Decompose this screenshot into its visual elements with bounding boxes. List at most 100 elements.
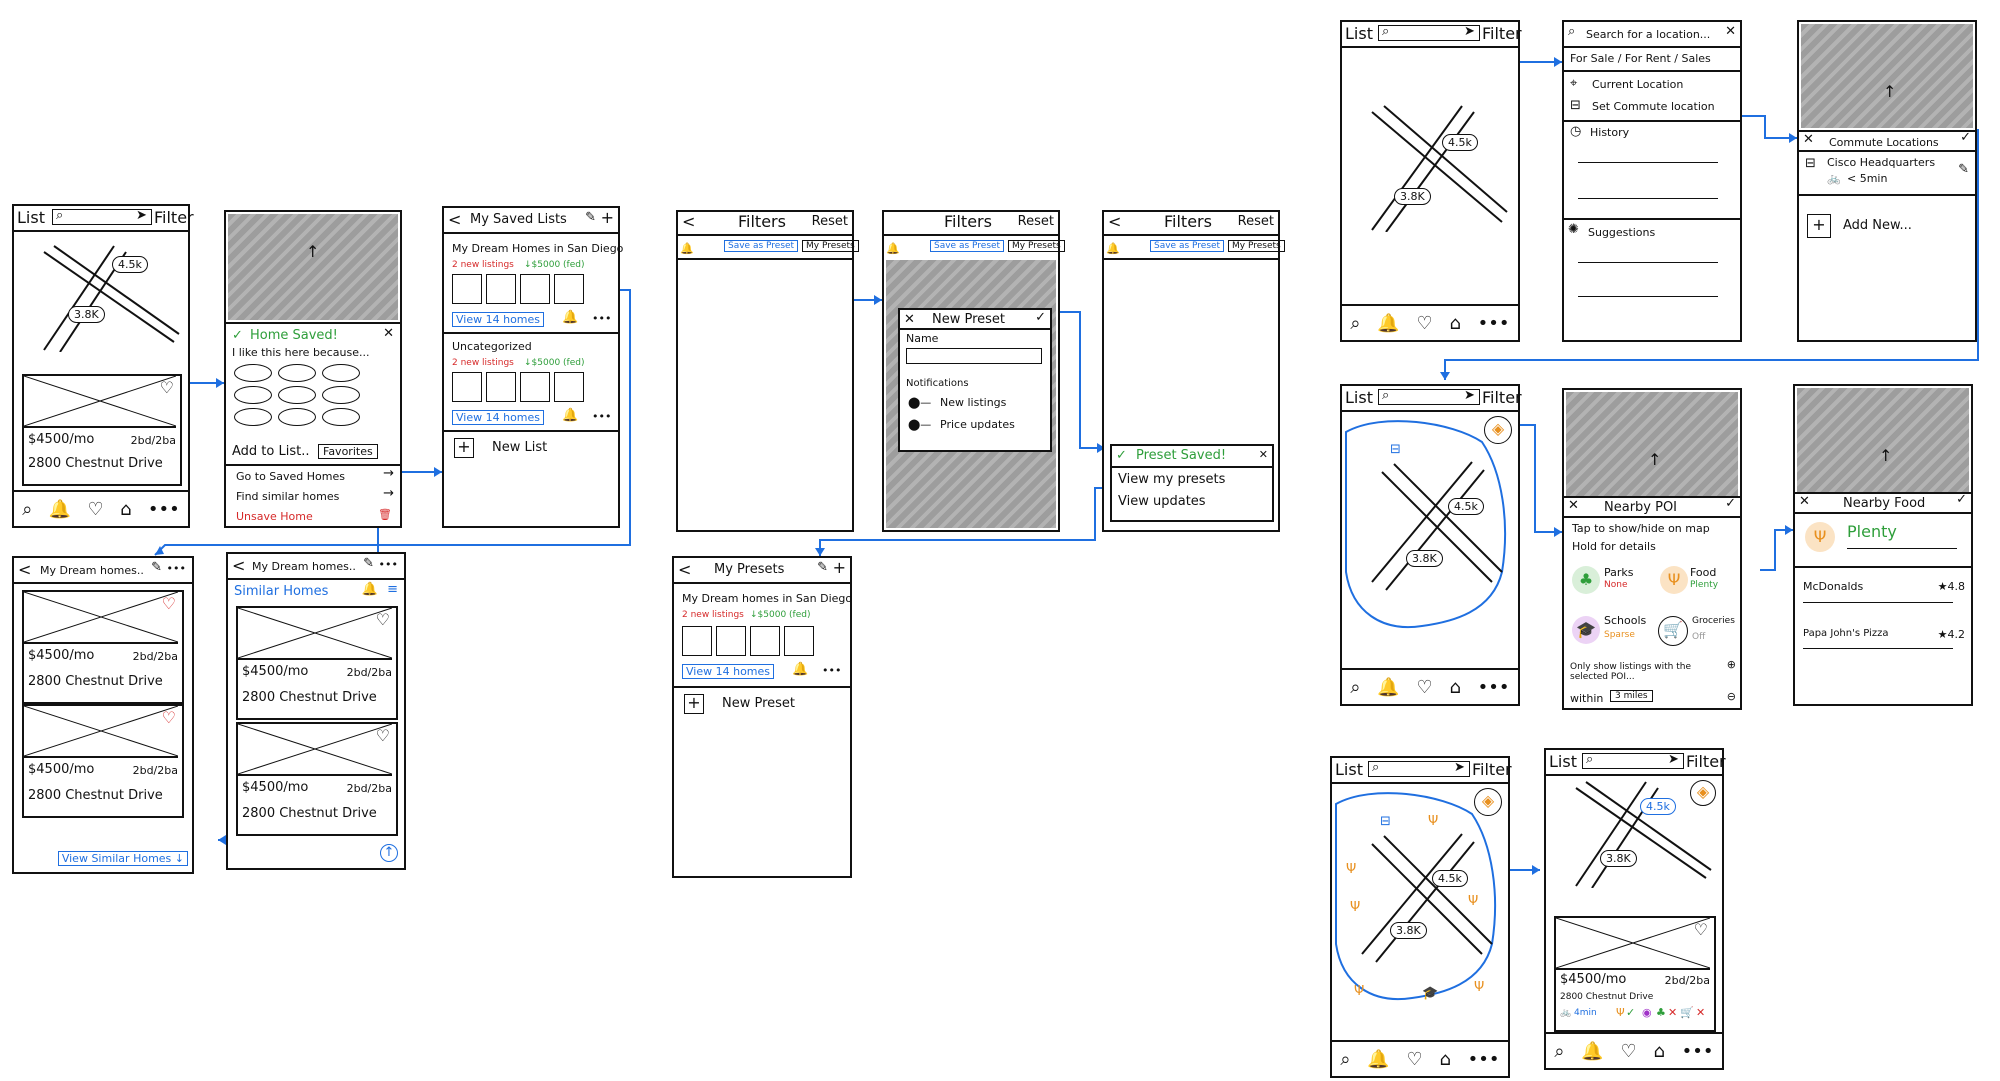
filter-button[interactable]: Filter [1686,752,1726,771]
listing-card[interactable]: ♡ $4500/mo 2bd/2ba 2800 Chestnut Drive [236,722,398,836]
more-icon[interactable]: ••• [822,664,841,677]
heart-filled-icon[interactable]: ♡ [162,594,176,613]
trash-icon[interactable]: 🗑 [378,508,392,521]
filter-lines-icon[interactable]: ≡ [387,582,398,597]
briefcase-pin-icon[interactable]: ⊟ [1390,442,1401,457]
new-list-button[interactable]: New List [492,440,547,455]
price-pin-3.8k[interactable]: 3.8K [68,306,105,323]
heart-icon[interactable]: ♡ [88,499,104,520]
reset-button[interactable]: Reset [1238,214,1274,229]
heart-icon[interactable]: ♡ [1417,677,1433,698]
save-preset-button[interactable]: Save as Preset [724,240,799,252]
more-icon[interactable]: ••• [1478,313,1510,334]
close-icon[interactable]: ✕ [1799,494,1810,509]
heart-icon[interactable]: ♡ [376,726,390,745]
reason-chip[interactable] [234,386,272,404]
bell-icon[interactable]: 🔔 [562,408,578,423]
more-icon[interactable]: ••• [592,312,611,325]
back-icon[interactable]: < [448,210,461,229]
food-pin-icon[interactable]: Ψ [1350,900,1360,915]
suggestion-item[interactable] [1578,262,1718,263]
confirm-check-icon[interactable]: ✓ [1725,496,1736,511]
go-saved-homes-link[interactable]: Go to Saved Homes [236,470,345,483]
bell-icon[interactable]: 🔔 [1377,677,1399,698]
location-arrow-icon[interactable]: ➤ [1464,24,1475,39]
sale-rent-tabs[interactable]: For Sale / For Rent / Sales [1570,52,1711,65]
view-homes-button[interactable]: View 14 homes [682,664,775,679]
minus-circle-icon[interactable]: ⊖ [1727,690,1736,703]
heart-icon[interactable]: ♡ [1621,1041,1637,1062]
scroll-top-icon[interactable]: ↑ [380,844,398,862]
preset-name[interactable]: My Dream homes in San Diego [682,592,852,605]
confirm-check-icon[interactable]: ✓ [1035,310,1046,325]
swipe-up-icon[interactable]: ↑ [1879,446,1892,465]
name-field[interactable] [906,348,1042,364]
toggle-icon[interactable]: ⬤— [908,396,931,409]
save-preset-button[interactable]: Save as Preset [1150,240,1225,252]
food-icon[interactable]: Ψ [1660,566,1688,594]
price-pin-3.8k[interactable]: 3.8K [1390,922,1427,939]
listing-card[interactable]: ♡ $4500/mo 2bd/2ba 2800 Chestnut Drive [236,606,398,720]
heart-icon[interactable]: ♡ [1417,313,1433,334]
current-location-item[interactable]: Current Location [1592,78,1683,91]
list-name[interactable]: My Dream Homes in San Diego [452,242,623,255]
price-pin-4.5k[interactable]: 4.5k [1448,498,1484,515]
price-pin-3.8k[interactable]: 3.8K [1600,850,1637,867]
plus-circle-icon[interactable]: ⊕ [1727,658,1736,671]
bell-icon[interactable]: 🔔 [1581,1041,1603,1062]
edit-icon[interactable]: ✎ [363,556,374,571]
more-icon[interactable]: ••• [167,562,186,575]
bell-icon[interactable]: 🔔 [1377,313,1399,334]
bell-toggle-icon[interactable]: 🔔 [886,242,900,255]
food-pin-icon[interactable]: Ψ [1354,984,1364,999]
school-icon[interactable]: 🎓 [1572,616,1600,644]
search-icon[interactable]: ⌕ [1340,1049,1350,1070]
price-pin-4.5k[interactable]: 4.5k [1432,870,1468,887]
swipe-up-icon[interactable]: ↑ [1883,82,1896,101]
reason-chip[interactable] [234,408,272,426]
view-updates-link[interactable]: View updates [1118,494,1206,509]
back-icon[interactable]: < [1108,212,1121,231]
list-toggle[interactable]: List [1345,24,1373,43]
save-preset-button[interactable]: Save as Preset [930,240,1005,252]
price-pin-3.8k[interactable]: 3.8K [1406,550,1443,567]
location-arrow-icon[interactable]: ➤ [136,208,147,223]
bell-icon[interactable]: 🔔 [49,499,71,520]
find-similar-link[interactable]: Find similar homes [236,490,339,503]
distance-select[interactable]: 3 miles [1610,690,1653,702]
more-icon[interactable]: ••• [148,499,180,520]
search-input[interactable]: Search for a location... [1586,28,1710,41]
edit-icon[interactable]: ✎ [151,560,162,575]
more-icon[interactable]: ••• [1478,677,1510,698]
location-arrow-icon[interactable]: ➤ [1454,760,1465,775]
search-icon[interactable]: ⌕ [1350,677,1360,698]
bell-toggle-icon[interactable]: 🔔 [680,242,694,255]
restaurant-name[interactable]: Papa John's Pizza [1803,628,1888,639]
back-icon[interactable]: < [678,560,691,579]
layers-icon[interactable]: ◈ [1484,416,1512,444]
filter-button[interactable]: Filter [1482,388,1522,407]
reset-button[interactable]: Reset [1018,214,1054,229]
swipe-up-icon[interactable]: ↑ [306,242,319,261]
edit-icon[interactable]: ✎ [817,560,828,575]
price-pin-3.8k[interactable]: 3.8K [1394,188,1431,205]
back-icon[interactable]: < [682,212,695,231]
filter-button[interactable]: Filter [1472,760,1512,779]
view-homes-button[interactable]: View 14 homes [452,312,545,327]
list-toggle[interactable]: List [17,208,45,227]
add-icon[interactable]: + [601,208,614,227]
heart-icon[interactable]: ♡ [1407,1049,1423,1070]
close-icon[interactable]: ✕ [1568,498,1579,513]
heart-icon[interactable]: ♡ [1694,920,1708,939]
suggestion-item[interactable] [1578,296,1718,297]
list-select[interactable]: Favorites [318,444,378,459]
unsave-button[interactable]: Unsave Home [236,510,313,523]
back-icon[interactable]: < [232,556,245,575]
filter-button[interactable]: Filter [1482,24,1522,43]
food-pin-icon[interactable]: Ψ [1474,980,1484,995]
reset-button[interactable]: Reset [812,214,848,229]
cart-icon[interactable]: 🛒 [1658,616,1688,646]
layers-icon[interactable]: ◈ [1474,788,1502,816]
close-icon[interactable]: ✕ [1803,132,1814,147]
layers-icon[interactable]: ◈ [1690,780,1716,806]
